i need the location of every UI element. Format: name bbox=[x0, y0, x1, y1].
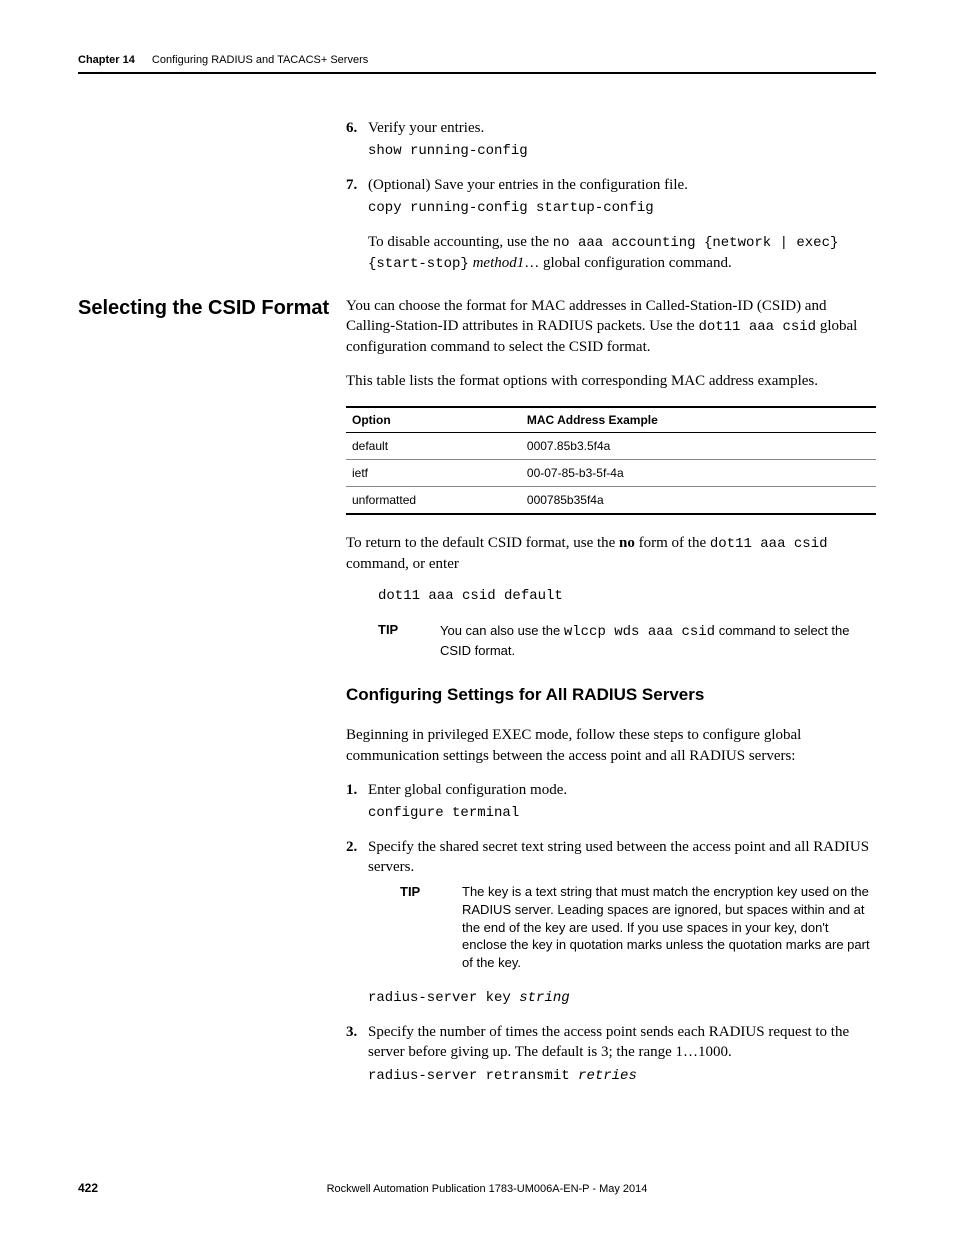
step-7: 7. (Optional) Save your entries in the c… bbox=[346, 175, 876, 274]
cell-option-2: unformatted bbox=[346, 486, 521, 514]
csid-tip: TIP You can also use the wlccp wds aaa c… bbox=[378, 622, 876, 659]
step-7-num: 7. bbox=[346, 175, 357, 195]
radius-step-1-code: configure terminal bbox=[368, 804, 876, 823]
running-header: Chapter 14 Configuring RADIUS and TACACS… bbox=[78, 54, 876, 74]
top-steps-main: 6. Verify your entries. show running-con… bbox=[346, 118, 876, 288]
top-steps-list: 6. Verify your entries. show running-con… bbox=[346, 118, 876, 274]
step-6: 6. Verify your entries. show running-con… bbox=[346, 118, 876, 161]
cell-mac-0: 0007.85b3.5f4a bbox=[521, 432, 876, 459]
publication-id: Rockwell Automation Publication 1783-UM0… bbox=[98, 1183, 876, 1195]
step-6-code: show running-config bbox=[368, 142, 876, 161]
radius-step-3-text: Specify the number of times the access p… bbox=[368, 1024, 849, 1060]
step-6-text: Verify your entries. bbox=[368, 120, 484, 136]
th-option: Option bbox=[346, 407, 521, 433]
step-7-after-post: … global configuration command. bbox=[524, 255, 731, 271]
radius-step-2-code: radius-server key string bbox=[368, 989, 876, 1008]
csid-p3-code: dot11 aaa csid bbox=[710, 536, 828, 552]
radius-intro: Beginning in privileged EXEC mode, follo… bbox=[346, 725, 876, 766]
radius-step-3-code: radius-server retransmit retries bbox=[368, 1067, 876, 1086]
step-7-text: (Optional) Save your entries in the conf… bbox=[368, 177, 688, 193]
tip-label-2: TIP bbox=[400, 883, 462, 901]
step-7-after-pre: To disable accounting, use the bbox=[368, 234, 553, 250]
radius-step-1: 1. Enter global configuration mode. conf… bbox=[346, 780, 876, 823]
csid-p3-bold: no bbox=[619, 535, 635, 551]
section-csid: Selecting the CSID Format You can choose… bbox=[78, 296, 876, 1099]
radius-step-2-tip: TIP The key is a text string that must m… bbox=[400, 883, 876, 971]
csid-p3-pre: To return to the default CSID format, us… bbox=[346, 535, 619, 551]
table-header-row: Option MAC Address Example bbox=[346, 407, 876, 433]
table-row: default 0007.85b3.5f4a bbox=[346, 432, 876, 459]
table-row: ietf 00-07-85-b3-5f-4a bbox=[346, 459, 876, 486]
csid-format-table: Option MAC Address Example default 0007.… bbox=[346, 406, 876, 515]
radius-step-2-num: 2. bbox=[346, 837, 357, 857]
csid-p1-code: dot11 aaa csid bbox=[698, 319, 816, 335]
radius-step-3-code-pre: radius-server retransmit bbox=[368, 1068, 578, 1084]
tip-text-2: The key is a text string that must match… bbox=[462, 883, 876, 971]
radius-step-1-text: Enter global configuration mode. bbox=[368, 782, 567, 798]
radius-step-3-code-italic: retries bbox=[578, 1068, 637, 1084]
chapter-label: Chapter 14 bbox=[78, 54, 135, 66]
step-7-after-italic: method1 bbox=[469, 255, 524, 271]
csid-p3-mid: form of the bbox=[635, 535, 710, 551]
csid-tip-pre: You can also use the bbox=[440, 623, 564, 638]
page-number: 422 bbox=[78, 1181, 98, 1195]
csid-tip-code: wlccp wds aaa csid bbox=[564, 624, 715, 640]
csid-p1: You can choose the format for MAC addres… bbox=[346, 296, 876, 357]
page: Chapter 14 Configuring RADIUS and TACACS… bbox=[0, 0, 954, 1235]
csid-p3: To return to the default CSID format, us… bbox=[346, 533, 876, 574]
th-mac: MAC Address Example bbox=[521, 407, 876, 433]
section-csid-main: You can choose the format for MAC addres… bbox=[346, 296, 876, 1099]
top-steps-row: 6. Verify your entries. show running-con… bbox=[78, 118, 876, 288]
cell-option-0: default bbox=[346, 432, 521, 459]
csid-p3-post: command, or enter bbox=[346, 556, 459, 572]
radius-steps: 1. Enter global configuration mode. conf… bbox=[346, 780, 876, 1086]
radius-step-3-num: 3. bbox=[346, 1022, 357, 1042]
radius-step-2-code-italic: string bbox=[519, 990, 569, 1006]
cell-mac-1: 00-07-85-b3-5f-4a bbox=[521, 459, 876, 486]
step-7-after: To disable accounting, use the no aaa ac… bbox=[368, 232, 876, 274]
radius-step-2-text: Specify the shared secret text string us… bbox=[368, 839, 869, 875]
chapter-title: Configuring RADIUS and TACACS+ Servers bbox=[152, 54, 368, 66]
cell-option-1: ietf bbox=[346, 459, 521, 486]
csid-p2: This table lists the format options with… bbox=[346, 371, 876, 391]
radius-step-1-num: 1. bbox=[346, 780, 357, 800]
cell-mac-2: 000785b35f4a bbox=[521, 486, 876, 514]
step-6-num: 6. bbox=[346, 118, 357, 138]
tip-text: You can also use the wlccp wds aaa csid … bbox=[440, 622, 876, 659]
footer: 422 Rockwell Automation Publication 1783… bbox=[78, 1181, 876, 1195]
tip-label: TIP bbox=[378, 622, 440, 637]
radius-step-3: 3. Specify the number of times the acces… bbox=[346, 1022, 876, 1085]
step-7-code: copy running-config startup-config bbox=[368, 199, 876, 218]
section-radius-heading: Configuring Settings for All RADIUS Serv… bbox=[346, 685, 876, 705]
table-row: unformatted 000785b35f4a bbox=[346, 486, 876, 514]
section-csid-heading: Selecting the CSID Format bbox=[78, 296, 346, 321]
radius-step-2-code-pre: radius-server key bbox=[368, 990, 519, 1006]
csid-code-line: dot11 aaa csid default bbox=[378, 588, 876, 604]
radius-step-2: 2. Specify the shared secret text string… bbox=[346, 837, 876, 1008]
